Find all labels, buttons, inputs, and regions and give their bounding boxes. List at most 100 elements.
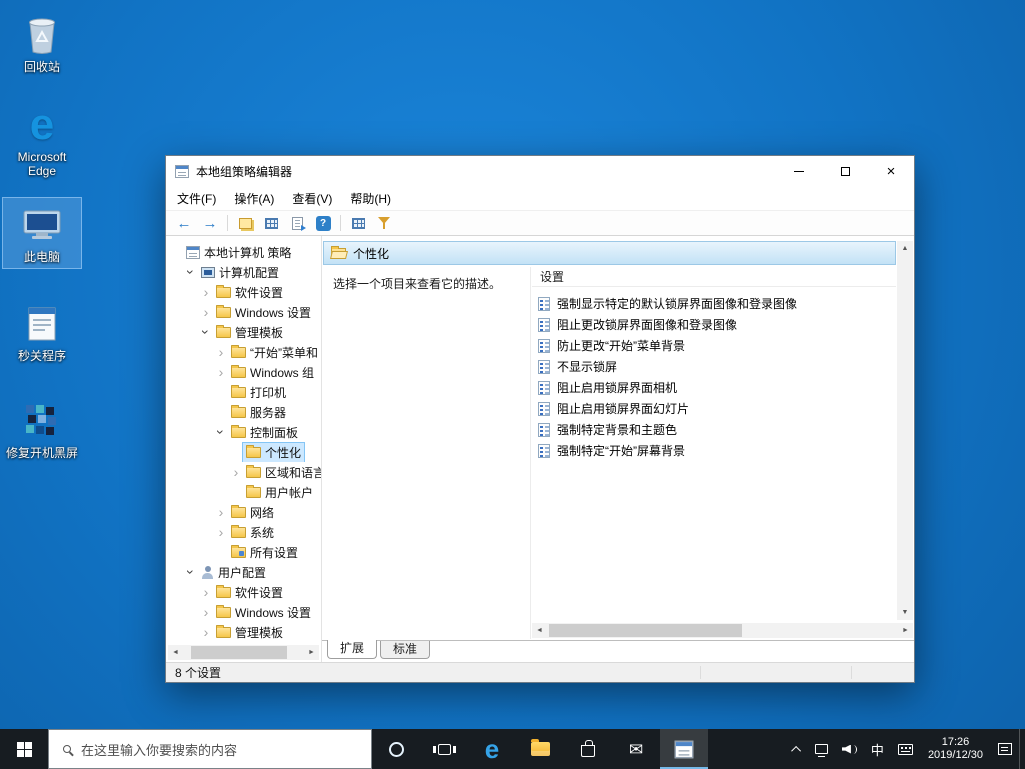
policy-setting-row[interactable]: 不显示锁屏: [532, 356, 896, 377]
policy-setting-row[interactable]: 阻止更改锁屏界面图像和登录图像: [532, 314, 896, 335]
tree-item[interactable]: 打印机: [166, 382, 321, 402]
scroll-right-icon[interactable]: ►: [304, 645, 319, 660]
scrollbar-track[interactable]: [183, 645, 304, 660]
tree-item[interactable]: › 软件设置: [166, 582, 321, 602]
network-tray-button[interactable]: [808, 729, 835, 769]
tree-item[interactable]: 用户帐户: [166, 482, 321, 502]
tree-node[interactable]: 用户帐户: [242, 482, 317, 502]
taskbar-app-taskview[interactable]: [420, 729, 468, 769]
menu-file[interactable]: 文件(F): [168, 187, 225, 210]
tree-item[interactable]: › 区域和语言: [166, 462, 321, 482]
window-titlebar[interactable]: 本地组策略编辑器 ×: [166, 156, 914, 186]
tree-node[interactable]: 打印机: [227, 382, 290, 402]
toolbar-list-view-button[interactable]: [346, 212, 370, 234]
policy-setting-row[interactable]: 强制特定“开始”屏幕背景: [532, 440, 896, 461]
start-button[interactable]: [0, 729, 48, 769]
expander-collapsed-icon[interactable]: ›: [200, 605, 212, 619]
expander-collapsed-icon[interactable]: ›: [215, 345, 227, 359]
close-button[interactable]: ×: [868, 156, 914, 186]
tree-item[interactable]: › 管理模板: [166, 622, 321, 642]
scroll-right-icon[interactable]: ►: [898, 623, 913, 638]
toolbar-back-button[interactable]: ←: [172, 212, 196, 234]
scrollbar-thumb[interactable]: [549, 624, 743, 637]
volume-tray-button[interactable]: [835, 729, 864, 769]
policy-setting-row[interactable]: 阻止启用锁屏界面幻灯片: [532, 398, 896, 419]
settings-horizontal-scrollbar[interactable]: ◄ ►: [532, 623, 913, 638]
tree-node[interactable]: 软件设置: [212, 582, 287, 602]
tree-node[interactable]: 用户配置: [197, 562, 270, 582]
tab-extended[interactable]: 扩展: [327, 640, 378, 659]
show-desktop-button[interactable]: [1019, 729, 1025, 769]
toolbar-list-view-button[interactable]: [259, 212, 283, 234]
taskbar-search-input[interactable]: 在这里输入你要搜索的内容: [48, 729, 372, 769]
taskbar-app-edge[interactable]: e: [468, 729, 516, 769]
scrollbar-thumb[interactable]: [191, 646, 287, 659]
tree-item[interactable]: › 软件设置: [166, 282, 321, 302]
tree-node[interactable]: Windows 组: [227, 362, 318, 382]
expander-expanded-icon[interactable]: ›: [183, 566, 199, 578]
tree-node[interactable]: 管理模板: [212, 622, 287, 642]
menu-action[interactable]: 操作(A): [225, 187, 283, 210]
policy-setting-row[interactable]: 强制显示特定的默认锁屏界面图像和登录图像: [532, 293, 896, 314]
tree-node[interactable]: 服务器: [227, 402, 290, 422]
tree-item[interactable]: › 控制面板: [166, 422, 321, 442]
taskbar-app-explorer[interactable]: [516, 729, 564, 769]
tree-item[interactable]: › Windows 设置: [166, 302, 321, 322]
policy-setting-row[interactable]: 阻止启用锁屏界面相机: [532, 377, 896, 398]
tree-node[interactable]: “开始”菜单和: [227, 342, 321, 362]
tree-node[interactable]: 个性化: [242, 442, 306, 462]
tree-node[interactable]: 计算机配置: [197, 262, 283, 282]
scroll-left-icon[interactable]: ◄: [532, 623, 547, 638]
tree-node[interactable]: 网络: [227, 502, 278, 522]
expander-collapsed-icon[interactable]: ›: [215, 525, 227, 539]
desktop-icon-recycle-bin[interactable]: 回收站: [3, 8, 81, 78]
tree-item[interactable]: › 计算机配置: [166, 262, 321, 282]
clock[interactable]: 17:26 2019/12/30: [920, 736, 991, 762]
expander-collapsed-icon[interactable]: ›: [230, 465, 242, 479]
settings-column-header[interactable]: 设置: [532, 267, 896, 287]
tree-item[interactable]: › “开始”菜单和: [166, 342, 321, 362]
toolbar-export-list-button[interactable]: [285, 212, 309, 234]
toolbar-help-button[interactable]: ?: [311, 212, 335, 234]
desktop-icon-seconds-close-program[interactable]: 秒关程序: [3, 297, 81, 367]
expander-collapsed-icon[interactable]: ›: [215, 365, 227, 379]
tree-node[interactable]: 本地计算机 策略: [182, 242, 295, 262]
tree-node[interactable]: 系统: [227, 522, 278, 542]
action-center-button[interactable]: [991, 729, 1019, 769]
scroll-left-icon[interactable]: ◄: [168, 645, 183, 660]
desktop-icon-this-pc[interactable]: 此电脑: [2, 197, 82, 269]
tree-node[interactable]: 控制面板: [227, 422, 302, 442]
tree-item[interactable]: › 系统: [166, 522, 321, 542]
tree-node[interactable]: 区域和语言: [242, 462, 321, 482]
tree-item[interactable]: 本地计算机 策略: [166, 242, 321, 262]
taskbar-app-cortana[interactable]: [372, 729, 420, 769]
scrollbar-track[interactable]: [547, 623, 898, 638]
tree-node[interactable]: Windows 设置: [212, 302, 315, 322]
expander-collapsed-icon[interactable]: ›: [200, 585, 212, 599]
taskbar-app-mail[interactable]: ✉: [612, 729, 660, 769]
ime-indicator[interactable]: 中: [864, 729, 891, 769]
toolbar-filter-button[interactable]: [372, 212, 396, 234]
tree-node[interactable]: Windows 设置: [212, 602, 315, 622]
expander-collapsed-icon[interactable]: ›: [215, 505, 227, 519]
settings-vertical-scrollbar[interactable]: ▲ ▼: [897, 241, 913, 620]
tree-item[interactable]: › 网络: [166, 502, 321, 522]
hidden-icons-chevron[interactable]: [787, 729, 808, 769]
expander-collapsed-icon[interactable]: ›: [200, 625, 212, 639]
tree-node[interactable]: 软件设置: [212, 282, 287, 302]
policy-setting-row[interactable]: 防止更改“开始”菜单背景: [532, 335, 896, 356]
menu-view[interactable]: 查看(V): [283, 187, 341, 210]
desktop-icon-fix-boot-black-screen[interactable]: 修复开机黑屏: [3, 394, 81, 464]
tree-horizontal-scrollbar[interactable]: ◄ ►: [168, 645, 319, 660]
desktop-icon-microsoft-edge[interactable]: e Microsoft Edge: [3, 98, 81, 182]
scroll-up-icon[interactable]: ▲: [898, 241, 913, 256]
taskbar-app-store[interactable]: [564, 729, 612, 769]
maximize-button[interactable]: [822, 156, 868, 186]
minimize-button[interactable]: [776, 156, 822, 186]
tree-node[interactable]: 管理模板: [212, 322, 287, 342]
expander-expanded-icon[interactable]: ›: [198, 326, 214, 338]
expander-collapsed-icon[interactable]: ›: [200, 305, 212, 319]
tree-item[interactable]: › 用户配置: [166, 562, 321, 582]
expander-expanded-icon[interactable]: ›: [183, 266, 199, 278]
touch-keyboard-button[interactable]: [891, 729, 920, 769]
